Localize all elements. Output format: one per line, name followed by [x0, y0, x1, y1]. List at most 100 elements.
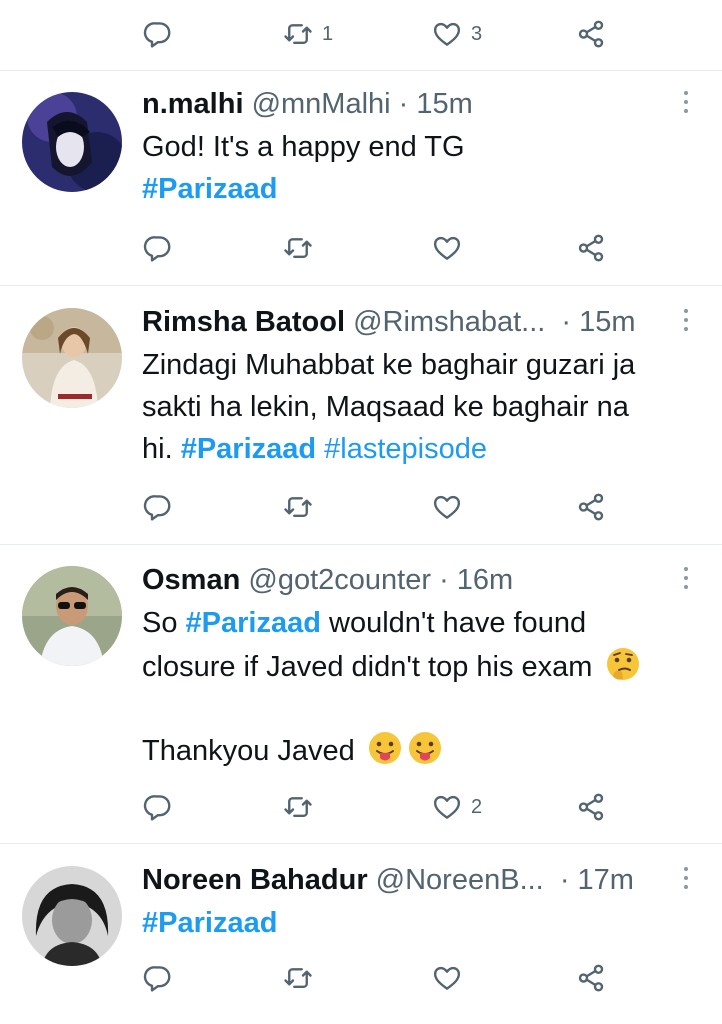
tweet-header: Osman @got2counter · 16m: [142, 560, 513, 600]
hashtag-link[interactable]: #Parizaad: [181, 433, 316, 465]
reply-button[interactable]: [143, 487, 173, 527]
divider: [0, 544, 722, 545]
like-button[interactable]: [432, 228, 462, 268]
avatar[interactable]: [22, 866, 122, 966]
tweet-text-line: God! It's a happy end TG: [142, 131, 465, 163]
reply-button[interactable]: [143, 958, 173, 998]
avatar[interactable]: [22, 566, 122, 666]
timestamp[interactable]: 16m: [457, 564, 513, 596]
share-icon: [576, 233, 606, 263]
retweet-count: 1: [322, 22, 334, 45]
reply-button[interactable]: [143, 787, 173, 827]
tweet-actions: [0, 487, 722, 527]
separator-dot: ·: [439, 564, 449, 596]
tweet-header: n.malhi @mnMalhi · 15m: [142, 84, 473, 124]
tweet-text-segment: wouldn't have found: [320, 607, 587, 639]
divider: [0, 843, 722, 844]
avatar[interactable]: [22, 92, 122, 192]
tweet-header: Noreen Bahadur @NoreenB... · 17m: [142, 860, 634, 900]
reply-icon: [143, 492, 173, 522]
thinking-face-emoji-icon: [606, 648, 639, 680]
like-count: 3: [471, 22, 483, 45]
reply-button[interactable]: [143, 228, 173, 268]
share-button[interactable]: [576, 487, 606, 527]
tweet-text-segment: hi.: [142, 433, 181, 465]
tongue-face-emoji-icon: [368, 732, 401, 764]
hashtag-link[interactable]: #lastepisode: [324, 433, 487, 465]
share-icon: [576, 19, 606, 49]
retweet-button[interactable]: [283, 958, 313, 998]
reply-icon: [143, 792, 173, 822]
tweet-actions-top: 1 3: [0, 14, 722, 54]
retweet-icon: [283, 792, 313, 822]
share-icon: [576, 792, 606, 822]
user-name[interactable]: Noreen Bahadur: [142, 864, 368, 896]
user-name[interactable]: Rimsha Batool: [142, 306, 345, 338]
divider: [0, 70, 722, 71]
share-button[interactable]: [576, 228, 606, 268]
heart-icon: [432, 792, 462, 822]
tongue-face-emoji-icon: [408, 732, 441, 764]
hashtag-link[interactable]: #Parizaad: [186, 607, 321, 639]
tweet-actions: 2: [0, 787, 722, 827]
share-icon: [576, 963, 606, 993]
heart-icon: [432, 233, 462, 263]
tweet-actions: [0, 228, 722, 268]
tweet-text-line: closure if Javed didn't top his exam: [142, 651, 593, 683]
user-name[interactable]: n.malhi: [142, 88, 244, 120]
share-button[interactable]: [576, 14, 606, 54]
reply-icon: [143, 963, 173, 993]
avatar[interactable]: [22, 308, 122, 408]
tweet-text-segment: So: [142, 607, 186, 639]
tweet-text: God! It's a happy end TG #Parizaad: [142, 126, 702, 210]
reply-icon: [143, 233, 173, 263]
separator-dot: ·: [398, 88, 409, 120]
retweet-button[interactable]: [283, 487, 313, 527]
more-icon[interactable]: [676, 86, 696, 122]
separator-dot: ·: [561, 306, 572, 338]
like-button[interactable]: [432, 958, 462, 998]
tweet-text-line: sakti ha lekin, Maqsaad ke baghair na: [142, 391, 629, 423]
divider: [0, 285, 722, 286]
separator-dot: ·: [559, 864, 570, 896]
timestamp[interactable]: 15m: [579, 306, 635, 338]
retweet-button[interactable]: [283, 787, 313, 827]
more-icon[interactable]: [676, 562, 696, 598]
hashtag-link[interactable]: #Parizaad: [142, 173, 277, 205]
share-icon: [576, 492, 606, 522]
user-name[interactable]: Osman: [142, 564, 240, 596]
user-handle[interactable]: @Rimshabat...: [353, 306, 545, 338]
share-button[interactable]: [576, 787, 606, 827]
like-count: 2: [471, 795, 483, 818]
retweet-button[interactable]: [283, 228, 313, 268]
tweet-text: So #Parizaad wouldn't have found closure…: [142, 602, 702, 772]
more-icon[interactable]: [676, 862, 696, 898]
retweet-icon: [283, 19, 313, 49]
share-button[interactable]: [576, 958, 606, 998]
user-handle[interactable]: @NoreenB...: [376, 864, 544, 896]
tweet-text: #Parizaad: [142, 902, 702, 944]
like-button[interactable]: 3: [432, 14, 482, 54]
tweet-text-line: Thankyou Javed: [142, 735, 355, 767]
tweet-text-line: Zindagi Muhabbat ke baghair guzari ja: [142, 349, 636, 381]
like-button[interactable]: 2: [432, 787, 482, 827]
tweet-header: Rimsha Batool @Rimshabat... · 15m: [142, 302, 636, 342]
like-button[interactable]: [432, 487, 462, 527]
heart-icon: [432, 963, 462, 993]
heart-icon: [432, 492, 462, 522]
retweet-icon: [283, 963, 313, 993]
hashtag-link[interactable]: #Parizaad: [142, 907, 277, 939]
more-icon[interactable]: [676, 304, 696, 340]
retweet-icon: [283, 492, 313, 522]
heart-icon: [432, 19, 462, 49]
reply-button[interactable]: [143, 14, 173, 54]
timestamp[interactable]: 15m: [416, 88, 472, 120]
tweet-actions: [0, 958, 722, 998]
user-handle[interactable]: @got2counter: [248, 564, 431, 596]
reply-icon: [143, 19, 173, 49]
tweet-text: Zindagi Muhabbat ke baghair guzari ja sa…: [142, 344, 702, 470]
retweet-icon: [283, 233, 313, 263]
user-handle[interactable]: @mnMalhi: [252, 88, 391, 120]
timestamp[interactable]: 17m: [578, 864, 634, 896]
retweet-button[interactable]: 1: [283, 14, 333, 54]
